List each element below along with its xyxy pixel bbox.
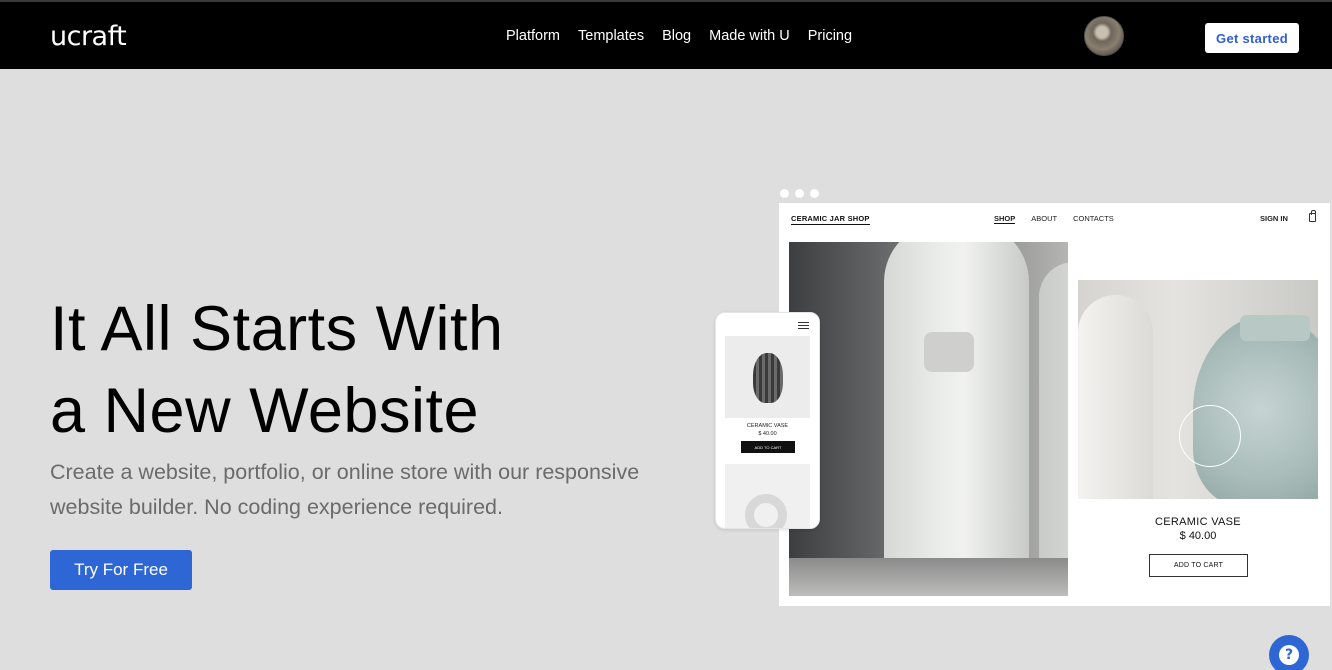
user-avatar[interactable]: [1084, 16, 1124, 56]
top-navigation-bar: ucraft Platform Templates Blog Made with…: [0, 0, 1332, 69]
mockup-nav-contacts: CONTACTS: [1073, 214, 1114, 223]
cursor-ring-indicator: [1179, 405, 1241, 467]
phone-add-to-cart: ADD TO CART: [741, 441, 795, 453]
shopping-bag-icon: [1309, 210, 1316, 222]
mockup-product-price: $ 40.00: [1179, 530, 1217, 542]
mockup-add-to-cart: ADD TO CART: [1149, 554, 1248, 577]
phone-product-price: $ 40.00: [758, 431, 777, 437]
hero-subtitle: Create a website, portfolio, or online s…: [50, 460, 640, 519]
mockup-nav-about: ABOUT: [1031, 214, 1058, 223]
hero-title-line-2: a New Website: [50, 376, 480, 446]
get-started-button[interactable]: Get started: [1205, 23, 1299, 53]
main-nav: Platform Templates Blog Made with U Pric…: [506, 28, 852, 44]
try-for-free-button[interactable]: Try For Free: [50, 550, 192, 590]
mockup-product-name: CERAMIC VASE: [1155, 516, 1241, 528]
phone-product-photo: [725, 336, 810, 418]
nav-templates[interactable]: Templates: [578, 28, 644, 44]
ucraft-logo[interactable]: ucraft: [50, 21, 127, 52]
mockup-nav-shop: SHOP: [994, 214, 1016, 224]
mockup-brand: CERAMIC JAR SHOP: [791, 214, 870, 225]
mobile-preview-mockup: CERAMIC VASE $ 40.00 ADD TO CART: [715, 312, 820, 529]
nav-blog[interactable]: Blog: [662, 28, 691, 44]
hero-title-line-1: It All Starts With: [50, 294, 504, 364]
nav-pricing[interactable]: Pricing: [808, 28, 852, 44]
mockup-nav: SHOP ABOUT CONTACTS: [994, 214, 1114, 224]
mockup-sign-in: SIGN IN: [1260, 214, 1288, 223]
nav-platform[interactable]: Platform: [506, 28, 560, 44]
vase-hero-photo: [789, 242, 1068, 596]
question-mark-icon: ?: [1279, 645, 1299, 665]
website-preview-mockup: CERAMIC JAR SHOP SHOP ABOUT CONTACTS SIG…: [779, 203, 1330, 606]
hamburger-menu-icon: [798, 322, 809, 331]
browser-window-dots: [780, 189, 819, 198]
vase-product-photo: [1078, 280, 1318, 499]
phone-product-name: CERAMIC VASE: [746, 423, 789, 429]
phone-product-photo-2: [725, 464, 810, 528]
hero-title: It All Starts With a New Website: [50, 288, 690, 452]
nav-made-with-u[interactable]: Made with U: [709, 28, 790, 44]
help-button[interactable]: ?: [1269, 635, 1309, 670]
